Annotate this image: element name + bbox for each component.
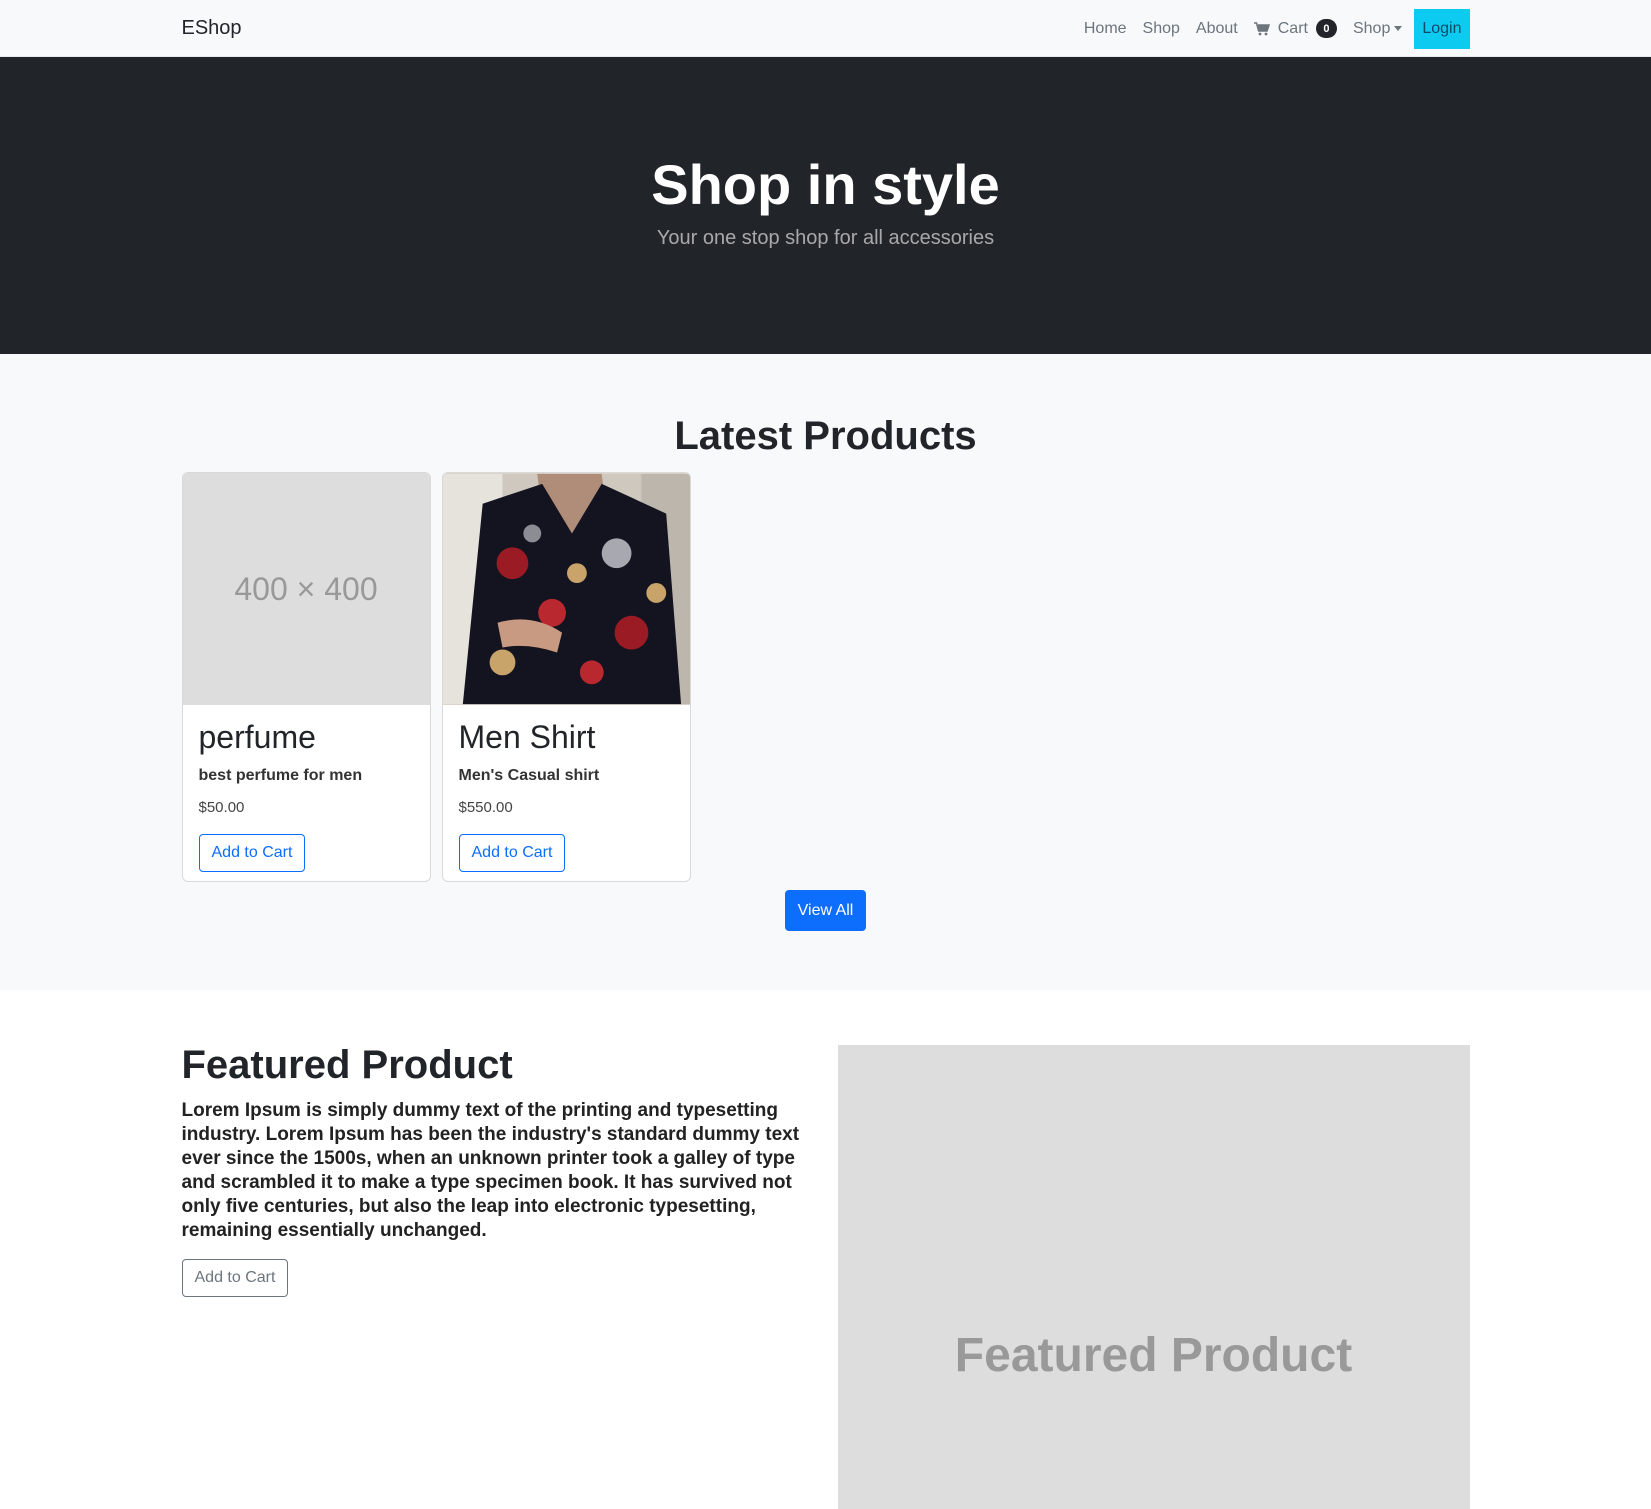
hero-title: Shop in style [651, 153, 1000, 216]
brand-logo[interactable]: EShop [182, 17, 242, 40]
featured-image-placeholder: Featured Product [837, 1045, 1470, 1509]
product-card: Men Shirt Men's Casual shirt $550.00 Add… [441, 472, 691, 882]
hero-section: Shop in style Your one stop shop for all… [0, 57, 1651, 354]
product-title: perfume [198, 719, 316, 755]
product-title: Men Shirt [458, 719, 596, 755]
caret-down-icon [1394, 26, 1403, 31]
dropdown-label: Shop [1352, 19, 1391, 37]
featured-image-text: Featured Product [954, 1328, 1353, 1382]
hero-subtitle: Your one stop shop for all accessories [656, 227, 995, 249]
nav-about[interactable]: About [1188, 0, 1246, 57]
view-all-button[interactable]: View All [784, 890, 867, 931]
featured-description: Lorem Ipsum is simply dummy text of the … [181, 1100, 800, 1241]
featured-product-section: Featured Product Lorem Ipsum is simply d… [0, 990, 1651, 1509]
cart-icon [1253, 21, 1270, 35]
latest-products-heading: Latest Products [674, 414, 977, 458]
cart-label: Cart [1277, 19, 1308, 37]
nav-shop[interactable]: Shop [1135, 0, 1188, 57]
product-price: $550.00 [458, 799, 513, 816]
add-to-cart-button[interactable]: Add to Cart [458, 834, 566, 872]
featured-text: Featured Product Lorem Ipsum is simply d… [181, 1043, 807, 1509]
nav-shop-dropdown[interactable]: Shop [1345, 0, 1410, 57]
featured-heading: Featured Product [181, 1043, 513, 1087]
nav-home[interactable]: Home [1076, 0, 1135, 57]
cart-count-badge: 0 [1315, 19, 1337, 38]
featured-add-to-cart-button[interactable]: Add to Cart [181, 1259, 289, 1297]
product-card: 400 × 400 perfume best perfume for men $… [181, 472, 431, 882]
login-button[interactable]: Login [1414, 8, 1470, 49]
product-subtitle: Men's Casual shirt [458, 767, 600, 784]
nav-cart[interactable]: Cart 0 [1246, 0, 1345, 57]
latest-products-section: Latest Products 400 × 400 perfume best p… [0, 354, 1651, 990]
add-to-cart-button[interactable]: Add to Cart [198, 834, 306, 872]
product-image-placeholder: 400 × 400 [182, 473, 430, 705]
product-price: $50.00 [198, 799, 245, 816]
placeholder-text: 400 × 400 [234, 570, 378, 607]
product-image-shirt [442, 473, 690, 705]
shirt-photo [442, 473, 690, 705]
nav-links: Home Shop About Cart 0 Shop Login [1076, 0, 1470, 57]
product-grid: 400 × 400 perfume best perfume for men $… [181, 472, 1470, 882]
product-subtitle: best perfume for men [198, 767, 363, 784]
navbar: EShop Home Shop About Cart 0 Shop Login [0, 0, 1651, 57]
